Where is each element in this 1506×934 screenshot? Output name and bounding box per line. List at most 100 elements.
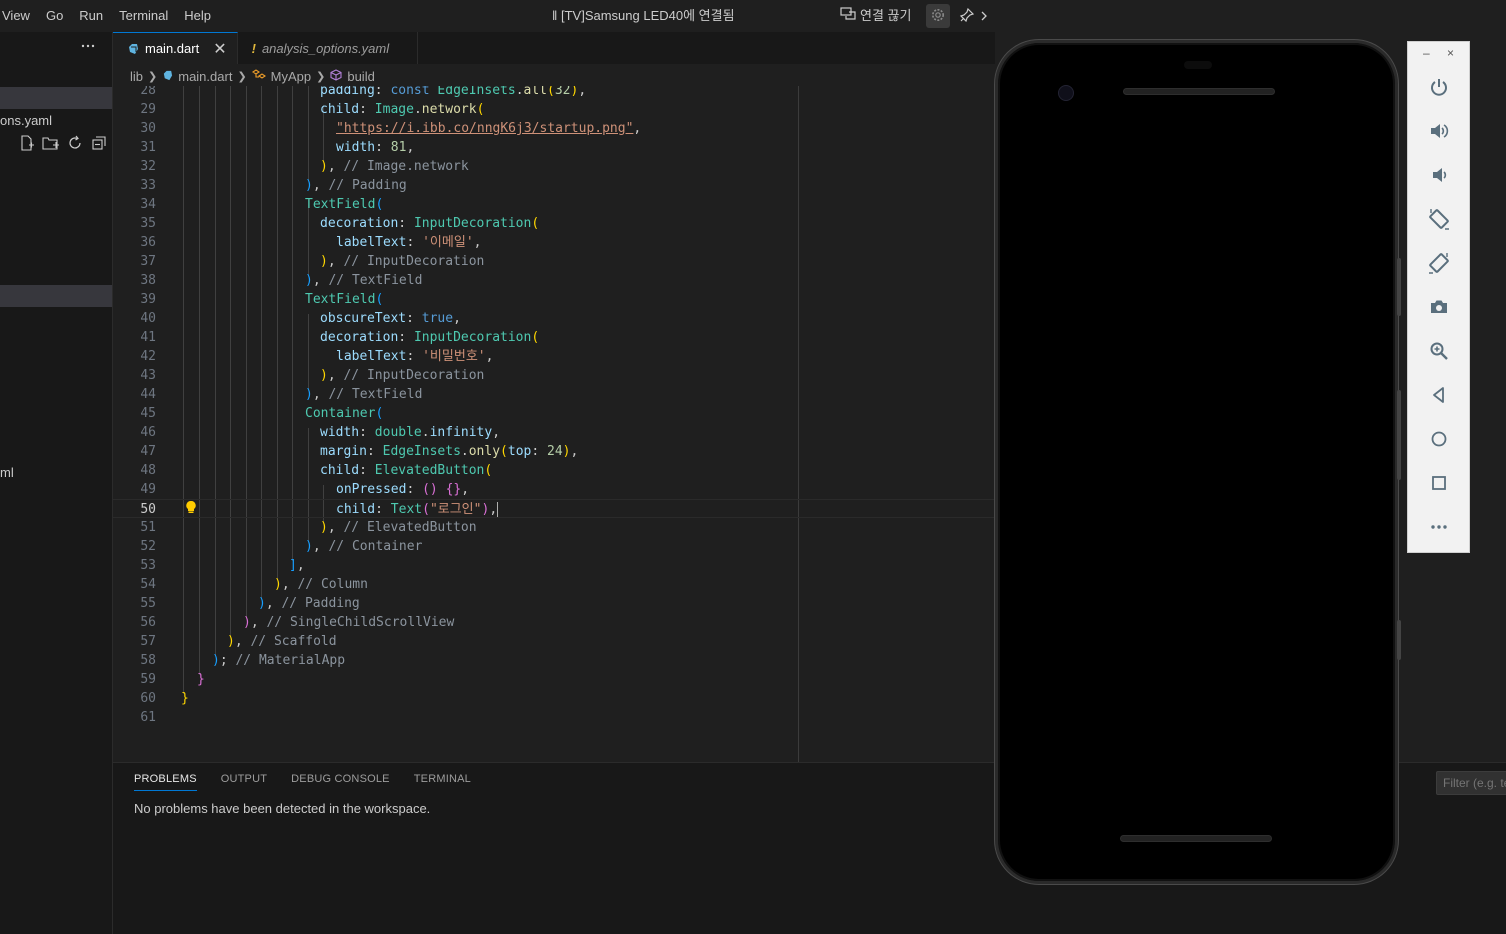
more-actions-button[interactable] (978, 6, 990, 26)
new-file-icon[interactable] (18, 134, 36, 152)
chevron-right-icon: ❯ (237, 70, 247, 83)
top-speaker (1123, 88, 1275, 95)
explorer-file-item[interactable]: ons.yaml (0, 113, 52, 128)
menu-go[interactable]: Go (38, 0, 71, 32)
code-line: 60} (140, 691, 189, 706)
explorer-selected-row-2[interactable] (0, 285, 112, 307)
explorer-sidebar: ons.yaml ml (0, 32, 113, 934)
remote-icon (840, 0, 856, 32)
gear-icon (930, 7, 946, 26)
breadcrumb: lib ❯ main.dart ❯ MyApp ❯ build (130, 66, 375, 86)
breadcrumb-main-dart[interactable]: main.dart (178, 69, 232, 84)
code-editor[interactable]: 28 padding: const EdgeInsets.all(32), 29 c… (113, 86, 995, 762)
tab-analysis-options[interactable]: ! analysis_options.yaml (238, 32, 419, 64)
problems-filter-input[interactable] (1436, 771, 1506, 795)
code-line: 47 margin: EdgeInsets.only(top: 24), (140, 444, 579, 459)
title-bar: View Go Run Terminal Help ‖ [TV]Samsung … (0, 0, 1506, 32)
disconnect-label: 연결 끊기 (860, 8, 912, 23)
emulator-toolbar: – × (1407, 41, 1470, 553)
code-line: 39 TextField( (140, 292, 384, 307)
menu-bar: View Go Run Terminal Help (0, 0, 219, 32)
code-line: 46 width: double.infinity, (140, 425, 501, 440)
warning-exclamation-icon: ! (251, 40, 256, 56)
bottom-speaker (1120, 835, 1272, 842)
volume-down-icon[interactable] (1427, 163, 1451, 187)
rotate-left-icon[interactable] (1427, 207, 1451, 231)
code-line: 29 child: Image.network( (140, 102, 485, 117)
device-side-button (1397, 258, 1401, 316)
close-button[interactable]: × (1447, 46, 1454, 60)
code-line: 37), // InputDecoration (140, 254, 485, 269)
menu-view[interactable]: View (0, 0, 38, 32)
device-side-button (1397, 390, 1401, 480)
tab-label: analysis_options.yaml (261, 40, 390, 56)
volume-up-icon[interactable] (1427, 119, 1451, 143)
power-icon[interactable] (1427, 75, 1451, 99)
camera-icon[interactable] (1427, 295, 1451, 319)
disconnect-button[interactable]: 연결 끊기 (840, 0, 911, 32)
chevron-right-icon (980, 9, 988, 24)
code-line: 33), // Padding (140, 178, 407, 193)
zoom-icon[interactable] (1427, 339, 1451, 363)
code-line: 58); // MaterialApp (140, 653, 346, 668)
breadcrumb-build[interactable]: build (347, 69, 374, 84)
breadcrumb-lib[interactable]: lib (130, 69, 143, 84)
settings-button[interactable] (926, 4, 950, 28)
home-icon[interactable] (1427, 427, 1451, 451)
breadcrumb-myapp[interactable]: MyApp (271, 69, 311, 84)
minimize-button[interactable]: – (1423, 46, 1430, 60)
front-camera (1058, 85, 1074, 101)
code-line: 56), // SingleChildScrollView (140, 615, 455, 630)
code-line: 41 decoration: InputDecoration( (140, 330, 540, 345)
code-line: 35 decoration: InputDecoration( (140, 216, 540, 231)
tab-problems[interactable]: PROBLEMS (134, 773, 197, 791)
code-line: 34 TextField( (140, 197, 384, 212)
overview-icon[interactable] (1427, 471, 1451, 495)
explorer-file-item[interactable]: ml (0, 465, 14, 480)
tab-main-dart[interactable]: main.dart ✕ (113, 32, 238, 64)
lightbulb-icon[interactable] (185, 500, 197, 514)
explorer-more-icon[interactable] (80, 38, 100, 54)
code-line: 32), // Image.network (140, 159, 469, 174)
code-line: 57), // Scaffold (140, 634, 337, 649)
back-icon[interactable] (1427, 383, 1451, 407)
code-line: 45 Container( (140, 406, 384, 421)
code-line: 36 labelText: '이메일', (140, 235, 482, 250)
chevron-right-icon: ❯ (316, 70, 326, 83)
code-line: 43), // InputDecoration (140, 368, 485, 383)
code-line: 54), // Column (140, 577, 368, 592)
editor-tabs: main.dart ✕ ! analysis_options.yaml (113, 32, 995, 64)
code-line: 59} (140, 672, 205, 687)
explorer-actions (18, 134, 108, 152)
rotate-right-icon[interactable] (1427, 251, 1451, 275)
refresh-icon[interactable] (66, 134, 84, 152)
menu-terminal[interactable]: Terminal (111, 0, 176, 32)
code-line: 44), // TextField (140, 387, 423, 402)
collapse-all-icon[interactable] (90, 134, 108, 152)
pin-icon (959, 7, 975, 26)
code-line: 49 onPressed: () {}, (140, 482, 470, 497)
code-line: 53], (140, 558, 305, 573)
code-line: 42 labelText: '비밀번호', (140, 349, 494, 364)
code-line: 30 "https://i.ibb.co/nngK6j3/startup.png"… (140, 121, 642, 136)
code-line: 55), // Padding (140, 596, 360, 611)
menu-help[interactable]: Help (176, 0, 219, 32)
emulator-device-frame[interactable] (995, 40, 1398, 884)
chevron-right-icon: ❯ (148, 70, 158, 83)
tab-debug-console[interactable]: DEBUG CONSOLE (291, 773, 390, 791)
method-icon (330, 68, 342, 84)
more-icon[interactable] (1427, 515, 1451, 539)
new-folder-icon[interactable] (42, 134, 60, 152)
tab-terminal[interactable]: TERMINAL (414, 773, 471, 791)
code-line: 40 obscureText: true, (140, 311, 461, 326)
explorer-selected-row[interactable] (0, 87, 112, 109)
dart-file-icon (127, 43, 139, 55)
device-side-button (1397, 620, 1401, 660)
close-icon[interactable]: ✕ (213, 39, 226, 59)
tab-output[interactable]: OUTPUT (221, 773, 267, 791)
menu-run[interactable]: Run (71, 0, 111, 32)
panel-tabs: PROBLEMS OUTPUT DEBUG CONSOLE TERMINAL (134, 773, 471, 791)
class-icon (251, 68, 266, 84)
code-line: 38), // TextField (140, 273, 423, 288)
pin-button[interactable] (957, 6, 977, 26)
